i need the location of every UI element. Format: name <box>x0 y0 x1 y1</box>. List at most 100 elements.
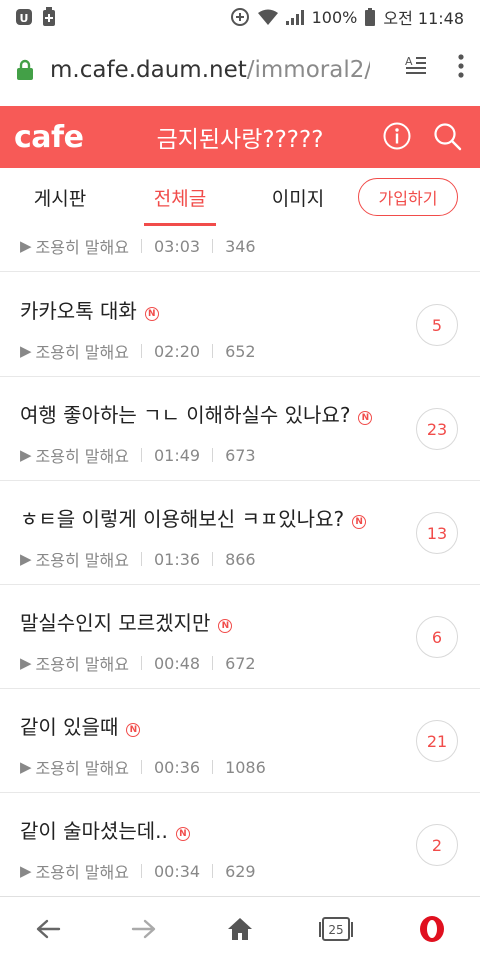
post-views: 652 <box>225 341 256 361</box>
battery-icon <box>365 8 376 26</box>
reader-mode-icon[interactable]: A <box>404 54 428 78</box>
data-saver-icon <box>230 7 250 27</box>
post-meta: ▶ 조용히 말해요 00:48 672 <box>20 651 256 675</box>
notification-app-icon: U <box>14 7 34 27</box>
new-badge: N <box>175 827 190 841</box>
post-author: 조용히 말해요 <box>35 343 129 362</box>
play-icon: ▶ <box>20 237 32 255</box>
status-bar: U 100% 오전 11:48 <box>0 0 480 34</box>
post-views: 346 <box>225 236 256 256</box>
battery-percent: 100% <box>311 7 358 27</box>
info-icon[interactable] <box>382 121 412 151</box>
battery-saver-icon <box>42 7 56 27</box>
play-icon: ▶ <box>20 446 32 464</box>
post-title[interactable]: 같이 있을때 N <box>20 711 141 740</box>
post-title[interactable]: 카카오톡 대화 N <box>20 295 159 324</box>
post-meta: ▶ 조용히 말해요 01:49 673 <box>20 443 256 467</box>
play-icon: ▶ <box>20 550 32 568</box>
post-meta: ▶ 조용히 말해요 01:36 866 <box>20 547 256 571</box>
post-time: 03:03 <box>153 236 201 256</box>
divider <box>212 344 214 358</box>
post-author: 조용히 말해요 <box>35 759 129 778</box>
post-time: 02:20 <box>153 341 201 361</box>
post-meta: ▶ 조용히 말해요 03:03 346 <box>20 234 256 258</box>
tab-board[interactable]: 게시판 <box>28 168 92 226</box>
divider <box>212 760 214 774</box>
post-title[interactable]: 말실수인지 모르겠지만 N <box>20 607 233 636</box>
divider <box>212 448 214 462</box>
board-tabs: 게시판 전체글 이미지 가입하기 <box>0 168 480 226</box>
cafe-logo[interactable]: cafe <box>14 120 84 155</box>
divider <box>140 864 142 878</box>
post-title[interactable]: ㅎㅌ을 이렇게 이용해보신 ㅋㅍ있나요? N <box>20 503 367 532</box>
comment-count[interactable]: 21 <box>416 720 458 762</box>
home-icon[interactable] <box>210 899 270 959</box>
divider <box>140 448 142 462</box>
new-badge: N <box>144 307 159 321</box>
join-button[interactable]: 가입하기 <box>358 178 458 216</box>
tab-images[interactable]: 이미지 <box>266 168 330 226</box>
tab-all-posts[interactable]: 전체글 <box>144 168 216 226</box>
new-badge: N <box>352 515 367 529</box>
lock-icon <box>16 59 34 81</box>
divider <box>212 656 214 670</box>
comment-count[interactable]: 2 <box>416 824 458 866</box>
post-author: 조용히 말해요 <box>35 655 129 674</box>
list-item[interactable]: 같이 술마셨는데.. N ▶ 조용히 말해요 00:34 629 2 <box>0 793 480 896</box>
forward-arrow-icon[interactable] <box>114 899 174 959</box>
divider <box>140 760 142 774</box>
svg-text:A: A <box>405 55 413 68</box>
divider <box>140 344 142 358</box>
post-title[interactable]: 같이 술마셨는데.. N <box>20 815 190 844</box>
divider <box>212 239 214 253</box>
play-icon: ▶ <box>20 758 32 776</box>
new-badge: N <box>126 723 141 737</box>
url-text[interactable]: m.cafe.daum.net/immoral2/_ <box>50 57 370 83</box>
opera-icon[interactable] <box>402 899 462 959</box>
comment-count[interactable]: 13 <box>416 512 458 554</box>
list-item[interactable]: ㅎㅌ을 이렇게 이용해보신 ㅋㅍ있나요? N ▶ 조용히 말해요 01:36 86… <box>0 481 480 585</box>
cafe-header: cafe 금지된사랑????? <box>0 106 480 168</box>
post-meta: ▶ 조용히 말해요 02:20 652 <box>20 339 256 363</box>
divider <box>140 656 142 670</box>
post-title[interactable]: 여행 좋아하는 ㄱㄴ 이해하실수 있나요? N <box>20 399 373 428</box>
list-item[interactable]: 카카오톡 대화 N ▶ 조용히 말해요 02:20 652 5 <box>0 273 480 377</box>
url-bar[interactable]: m.cafe.daum.net/immoral2/_ A <box>0 34 480 106</box>
list-item[interactable]: 같이 있을때 N ▶ 조용히 말해요 00:36 1086 21 <box>0 689 480 793</box>
post-views: 672 <box>225 653 256 673</box>
post-views: 1086 <box>225 757 266 777</box>
post-meta: ▶ 조용히 말해요 00:34 629 <box>20 859 256 883</box>
back-arrow-icon[interactable] <box>18 899 78 959</box>
url-host: m.cafe.daum.net <box>50 57 247 83</box>
bottom-nav: 25 <box>0 896 480 960</box>
list-item[interactable]: ▶ 조용히 말해요 03:03 346 <box>0 226 480 272</box>
post-list: ▶ 조용히 말해요 03:03 346 카카오톡 대화 N ▶ 조용히 말해요 0… <box>0 226 480 896</box>
post-views: 673 <box>225 445 256 465</box>
divider <box>140 239 142 253</box>
wifi-icon <box>257 9 278 25</box>
post-views: 629 <box>225 861 256 881</box>
post-author: 조용히 말해요 <box>35 863 129 882</box>
play-icon: ▶ <box>20 862 32 880</box>
divider <box>212 864 214 878</box>
tabs-icon[interactable]: 25 <box>306 899 366 959</box>
more-vert-icon[interactable] <box>458 54 464 78</box>
post-time: 00:48 <box>153 653 201 673</box>
list-item[interactable]: 여행 좋아하는 ㄱㄴ 이해하실수 있나요? N ▶ 조용히 말해요 01:49 6… <box>0 377 480 481</box>
clock: 오전 11:48 <box>383 9 464 28</box>
new-badge: N <box>218 619 233 633</box>
play-icon: ▶ <box>20 342 32 360</box>
list-item[interactable]: 말실수인지 모르겠지만 N ▶ 조용히 말해요 00:48 672 6 <box>0 585 480 689</box>
post-views: 866 <box>225 549 256 569</box>
play-icon: ▶ <box>20 654 32 672</box>
post-meta: ▶ 조용히 말해요 00:36 1086 <box>20 755 266 779</box>
post-author: 조용히 말해요 <box>35 238 129 257</box>
svg-text:U: U <box>20 12 29 25</box>
comment-count[interactable]: 5 <box>416 304 458 346</box>
comment-count[interactable]: 6 <box>416 616 458 658</box>
divider <box>212 552 214 566</box>
post-time: 01:36 <box>153 549 201 569</box>
comment-count[interactable]: 23 <box>416 408 458 450</box>
search-icon[interactable] <box>432 121 462 151</box>
post-author: 조용히 말해요 <box>35 447 129 466</box>
